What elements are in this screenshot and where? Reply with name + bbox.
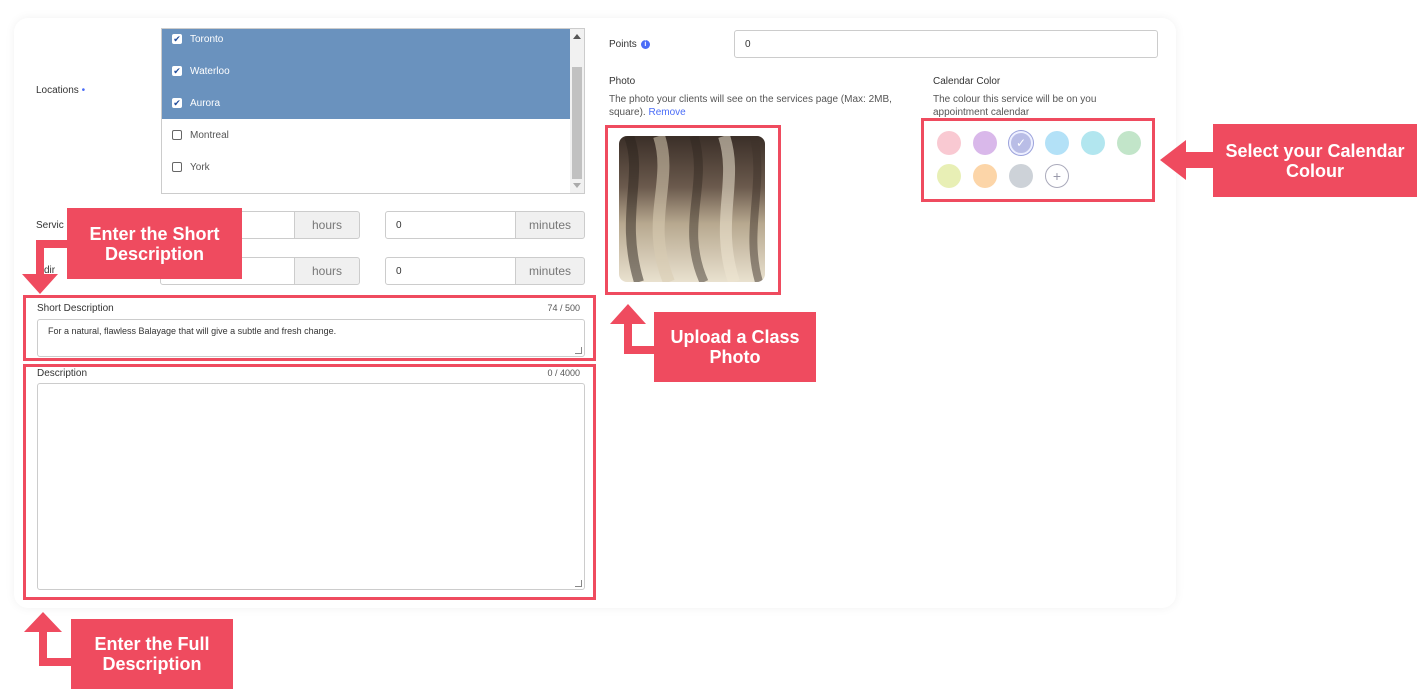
location-label: Montreal — [190, 129, 229, 141]
checkbox-checked-icon[interactable]: ✔ — [172, 34, 182, 44]
checkbox-checked-icon[interactable]: ✔ — [172, 66, 182, 76]
highlight-description — [23, 364, 596, 600]
buffer-minutes-unit: minutes — [515, 257, 585, 285]
photo-help: The photo your clients will see on the s… — [609, 94, 892, 118]
buffer-minutes-input[interactable]: 0 — [385, 257, 517, 285]
points-input[interactable]: 0 — [734, 30, 1158, 58]
scroll-up-icon[interactable] — [573, 34, 581, 39]
location-option-york[interactable]: York — [162, 151, 571, 183]
full-description-callout: Enter the Full Description — [71, 619, 233, 689]
location-option-aurora[interactable]: ✔ Aurora — [162, 87, 571, 119]
locations-label: Locations • — [36, 85, 86, 96]
photo-remove-link[interactable]: Remove — [648, 107, 685, 118]
location-label: Aurora — [190, 97, 221, 109]
location-option-toronto[interactable]: ✔ Toronto — [162, 29, 571, 55]
arrow-up-icon — [24, 612, 74, 666]
photo-callout: Upload a Class Photo — [654, 312, 816, 382]
location-label: Waterloo — [190, 65, 230, 77]
location-label: Toronto — [190, 33, 224, 45]
arrow-left-icon — [1160, 140, 1216, 180]
locations-scrollbar[interactable] — [570, 29, 584, 193]
locations-list[interactable]: ✔ Toronto ✔ Waterloo ✔ Aurora Montreal Y… — [161, 28, 585, 194]
checkbox-unchecked-icon[interactable] — [172, 130, 182, 140]
calendar-color-help: The colour this service will be on you a… — [933, 94, 1097, 118]
calendar-color-label: Calendar Color — [933, 76, 1001, 87]
location-label: York — [190, 161, 210, 173]
checkbox-checked-icon[interactable]: ✔ — [172, 98, 182, 108]
short-description-callout: Enter the Short Description — [67, 208, 242, 279]
photo-label: Photo — [609, 76, 636, 87]
arrow-down-icon — [22, 240, 68, 294]
location-option-montreal[interactable]: Montreal — [162, 119, 571, 151]
scroll-down-icon[interactable] — [573, 183, 581, 188]
points-label: Points i — [609, 39, 650, 50]
service-hours-unit: hours — [294, 211, 360, 239]
scroll-thumb[interactable] — [572, 67, 582, 179]
highlight-short-description — [23, 295, 596, 361]
location-option-waterloo[interactable]: ✔ Waterloo — [162, 55, 571, 87]
info-icon[interactable]: i — [640, 39, 650, 49]
service-duration-label: Servic — [36, 220, 64, 231]
buffer-hours-unit: hours — [294, 257, 360, 285]
checkbox-unchecked-icon[interactable] — [172, 162, 182, 172]
service-minutes-input[interactable]: 0 — [385, 211, 517, 239]
highlight-calendar-color — [921, 118, 1155, 202]
highlight-photo — [605, 125, 781, 295]
arrow-up-icon — [610, 304, 658, 354]
calendar-colour-callout: Select your Calendar Colour — [1213, 124, 1417, 197]
service-minutes-unit: minutes — [515, 211, 585, 239]
